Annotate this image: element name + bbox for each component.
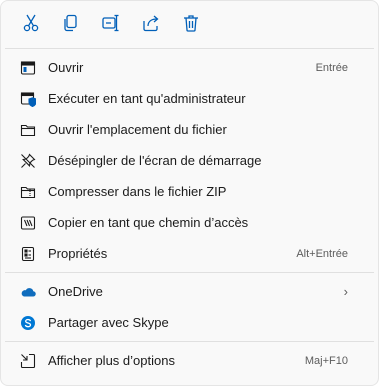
shortcut-label: Alt+Entrée	[296, 247, 348, 260]
menu-item-open-file-location[interactable]: Ouvrir l'emplacement du fichier	[1, 114, 378, 145]
scissors-icon	[23, 14, 39, 32]
menu-item-label: Désépingler de l'écran de démarrage	[48, 153, 262, 168]
shortcut-label: Maj+F10	[304, 354, 348, 367]
more-options-icon	[19, 352, 37, 370]
quick-actions-toolbar	[1, 1, 378, 45]
trash-icon	[184, 15, 198, 32]
menu-item-label: Exécuter en tant qu'administrateur	[48, 91, 246, 106]
menu-item-label: Propriétés	[48, 246, 108, 261]
copy-icon	[64, 14, 77, 32]
share-button[interactable]	[131, 5, 171, 41]
menu-item-copy-as-path[interactable]: Copier en tant que chemin d’accès	[1, 207, 378, 238]
menu-item-properties[interactable]: Propriétés Alt+Entrée	[1, 238, 378, 269]
menu-item-label: Ouvrir	[48, 60, 84, 75]
zip-folder-icon	[19, 183, 37, 201]
window-icon	[19, 59, 37, 77]
menu-item-label: OneDrive	[48, 284, 103, 299]
menu-item-share-skype[interactable]: Partager avec Skype	[1, 307, 378, 338]
rename-icon	[102, 14, 119, 32]
menu-item-label: Compresser dans le fichier ZIP	[48, 184, 227, 199]
shortcut-label: Entrée	[315, 61, 348, 74]
menu-item-label: Afficher plus d’options	[48, 353, 175, 368]
chevron-right-icon: ›	[343, 284, 348, 299]
menu-item-onedrive[interactable]: OneDrive ›	[1, 276, 378, 307]
shield-window-icon	[19, 90, 37, 108]
menu-item-unpin-start[interactable]: Désépingler de l'écran de démarrage	[1, 145, 378, 176]
menu-group-apps: OneDrive › Partager avec Skype	[1, 276, 378, 338]
context-menu: Ouvrir Entrée Exécuter en tant qu'admini…	[0, 0, 379, 386]
menu-item-show-more-options[interactable]: Afficher plus d’options Maj+F10	[1, 345, 378, 376]
menu-group-more: Afficher plus d’options Maj+F10	[1, 345, 378, 376]
separator	[5, 272, 374, 273]
delete-button[interactable]	[171, 5, 211, 41]
menu-group-main: Ouvrir Entrée Exécuter en tant qu'admini…	[1, 52, 378, 269]
cut-button[interactable]	[11, 5, 51, 41]
separator	[5, 341, 374, 342]
share-icon	[143, 15, 159, 32]
copy-button[interactable]	[51, 5, 91, 41]
menu-item-run-as-admin[interactable]: Exécuter en tant qu'administrateur	[1, 83, 378, 114]
menu-item-label: Copier en tant que chemin d’accès	[48, 215, 249, 230]
menu-item-open[interactable]: Ouvrir Entrée	[1, 52, 378, 83]
skype-icon	[19, 314, 37, 332]
menu-item-label: Ouvrir l'emplacement du fichier	[48, 122, 227, 137]
separator	[5, 48, 374, 49]
rename-button[interactable]	[91, 5, 131, 41]
copy-path-icon	[19, 214, 37, 232]
folder-icon	[19, 121, 37, 139]
menu-item-compress-zip[interactable]: Compresser dans le fichier ZIP	[1, 176, 378, 207]
menu-item-label: Partager avec Skype	[48, 315, 169, 330]
unpin-icon	[19, 152, 37, 170]
properties-icon	[19, 245, 37, 263]
onedrive-icon	[19, 283, 37, 301]
